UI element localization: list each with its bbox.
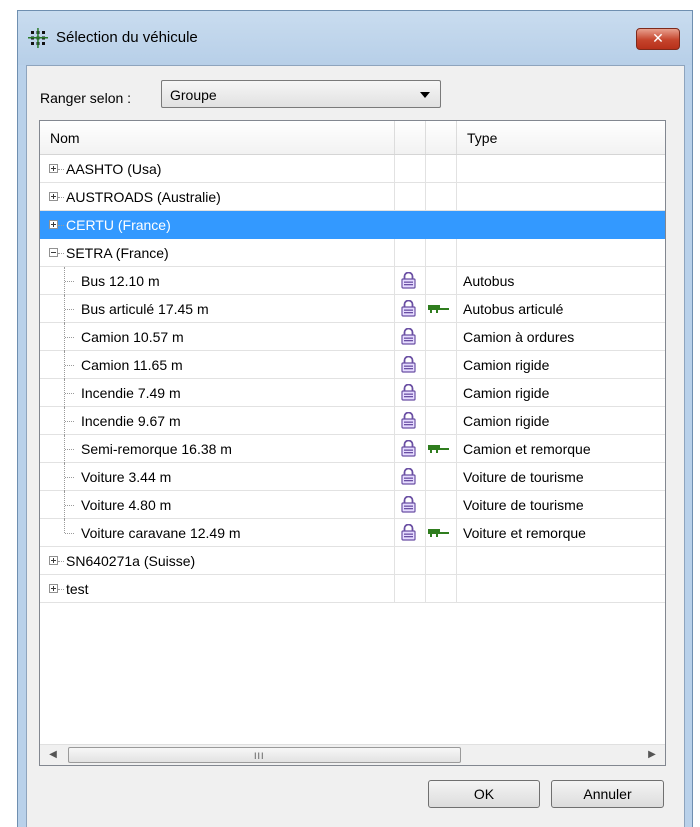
title-bar: Sélection du véhicule ✕ [18, 11, 692, 65]
vehicle-row[interactable]: Camion 11.65 m Camion rigide [40, 351, 665, 379]
horizontal-scrollbar[interactable]: ◀ III ▶ [40, 744, 665, 765]
row-name: Incendie 9.67 m [81, 413, 181, 429]
lock-icon [401, 300, 416, 317]
row-name: Voiture caravane 12.49 m [81, 525, 241, 541]
lock-icon [401, 356, 416, 373]
group-row[interactable]: SN640271a (Suisse) [40, 547, 665, 575]
expand-icon[interactable] [49, 192, 58, 201]
row-name: Camion 11.65 m [81, 357, 183, 373]
row-type: Autobus [463, 273, 515, 289]
column-header-trailer[interactable] [426, 121, 457, 154]
vehicle-row[interactable]: Bus articulé 17.45 m Autobus articulé [40, 295, 665, 323]
vehicle-row[interactable]: Voiture 3.44 m Voiture de tourisme [40, 463, 665, 491]
group-row-selected[interactable]: CERTU (France) [40, 211, 665, 239]
row-type: Camion rigide [463, 385, 550, 401]
row-name: Camion 10.57 m [81, 329, 184, 345]
row-type: Voiture de tourisme [463, 497, 584, 513]
lock-icon [401, 272, 416, 289]
trailer-icon [428, 529, 449, 537]
vehicle-row[interactable]: Bus 12.10 m Autobus [40, 267, 665, 295]
vehicle-row[interactable]: Voiture caravane 12.49 m Voiture et remo… [40, 519, 665, 547]
trailer-icon [428, 445, 449, 453]
vehicle-list[interactable]: Nom Type AASHTO (Usa) AUSTROADS (Austral… [39, 120, 666, 766]
column-header-lock[interactable] [395, 121, 426, 154]
expand-icon[interactable] [49, 164, 58, 173]
grip-icon: III [254, 751, 265, 761]
row-name: Voiture 3.44 m [81, 469, 172, 485]
row-type: Voiture de tourisme [463, 469, 584, 485]
row-name: Voiture 4.80 m [81, 497, 172, 513]
collapse-icon[interactable] [49, 248, 58, 257]
row-type: Camion à ordures [463, 329, 575, 345]
row-name: SETRA (France) [66, 245, 169, 261]
scrollbar-thumb[interactable]: III [68, 747, 461, 763]
vehicle-row[interactable]: Voiture 4.80 m Voiture de tourisme [40, 491, 665, 519]
scroll-left-icon[interactable]: ◀ [44, 745, 62, 765]
window-title: Sélection du véhicule [56, 29, 198, 46]
lock-icon [401, 468, 416, 485]
group-row[interactable]: test [40, 575, 665, 603]
row-type: Camion et remorque [463, 441, 591, 457]
trailer-icon [428, 305, 449, 313]
vehicle-row[interactable]: Camion 10.57 m Camion à ordures [40, 323, 665, 351]
chevron-down-icon [420, 92, 430, 98]
group-row[interactable]: SETRA (France) [40, 239, 665, 267]
column-header-name[interactable]: Nom [40, 121, 395, 154]
grid-icon [28, 28, 48, 48]
vehicle-row[interactable]: Incendie 9.67 m Camion rigide [40, 407, 665, 435]
lock-icon [401, 384, 416, 401]
column-header-type[interactable]: Type [457, 121, 665, 154]
sort-label: Ranger selon : [40, 90, 132, 106]
row-type: Autobus articulé [463, 301, 564, 317]
sort-dropdown-value: Groupe [170, 87, 217, 103]
list-header: Nom Type [40, 121, 665, 155]
row-name: Semi-remorque 16.38 m [81, 441, 232, 457]
row-type: Camion rigide [463, 357, 550, 373]
dialog-body: Ranger selon : Groupe Nom Type AASHTO (U… [26, 65, 685, 827]
scroll-right-icon[interactable]: ▶ [643, 745, 661, 765]
row-name: test [66, 581, 89, 597]
row-name: CERTU (France) [66, 217, 171, 233]
row-name: Bus articulé 17.45 m [81, 301, 209, 317]
close-button[interactable]: ✕ [636, 28, 680, 50]
vehicle-selection-dialog: Sélection du véhicule ✕ Ranger selon : G… [17, 10, 693, 827]
lock-icon [401, 440, 416, 457]
expand-icon[interactable] [49, 556, 58, 565]
row-name: AASHTO (Usa) [66, 161, 162, 177]
list-rows: AASHTO (Usa) AUSTROADS (Australie) CERTU… [40, 155, 665, 603]
lock-icon [401, 496, 416, 513]
row-type: Voiture et remorque [463, 525, 586, 541]
ok-button[interactable]: OK [428, 780, 540, 808]
expand-icon[interactable] [49, 584, 58, 593]
row-type: Camion rigide [463, 413, 550, 429]
lock-icon [401, 412, 416, 429]
row-name: AUSTROADS (Australie) [66, 189, 221, 205]
expand-icon[interactable] [49, 220, 58, 229]
row-name: Incendie 7.49 m [81, 385, 181, 401]
vehicle-row[interactable]: Incendie 7.49 m Camion rigide [40, 379, 665, 407]
lock-icon [401, 328, 416, 345]
vehicle-row[interactable]: Semi-remorque 16.38 m Camion et remorque [40, 435, 665, 463]
lock-icon [401, 524, 416, 541]
group-row[interactable]: AUSTROADS (Australie) [40, 183, 665, 211]
sort-dropdown[interactable]: Groupe [161, 80, 441, 108]
cancel-button[interactable]: Annuler [551, 780, 664, 808]
row-name: SN640271a (Suisse) [66, 553, 196, 569]
row-name: Bus 12.10 m [81, 273, 160, 289]
group-row[interactable]: AASHTO (Usa) [40, 155, 665, 183]
